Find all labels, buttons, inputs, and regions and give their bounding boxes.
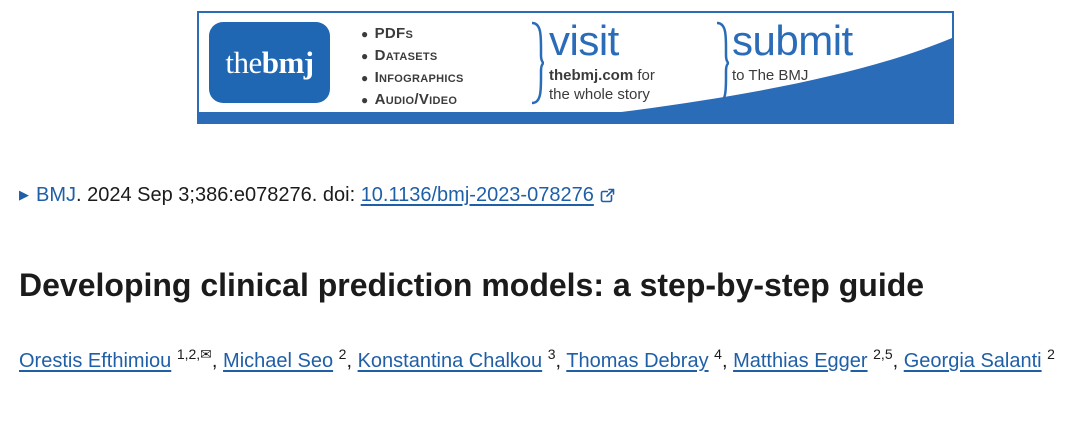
logo-prefix: the — [225, 45, 262, 80]
expand-triangle-icon[interactable]: ▶ — [19, 187, 29, 202]
bracket-icon — [531, 21, 545, 105]
visit-block[interactable]: visit thebmj.com for the whole story — [549, 19, 655, 104]
author-link[interactable]: Georgia Salanti — [904, 350, 1042, 372]
bullet-icon: ● — [361, 49, 369, 63]
external-link-icon[interactable] — [600, 188, 615, 203]
journal-link[interactable]: BMJ — [36, 184, 76, 206]
submit-tagline: to The BMJ — [732, 67, 809, 84]
doi-link[interactable]: 10.1136/bmj-2023-078276 — [361, 184, 594, 206]
format-item: ● PDFs — [361, 25, 414, 42]
bullet-icon: ● — [361, 71, 369, 85]
banner-bottom-strip — [199, 112, 952, 122]
author-link[interactable]: Matthias Egger — [733, 350, 868, 372]
bmj-logo[interactable]: thebmj — [209, 22, 330, 103]
logo-bold: bmj — [261, 45, 314, 80]
visit-site: thebmj.com — [549, 67, 634, 84]
visit-for: for — [633, 67, 655, 84]
citation-details: . 2024 Sep 3;386:e078276. doi: — [76, 184, 361, 206]
author-affiliation[interactable]: 4 — [714, 346, 722, 362]
author-link[interactable]: Michael Seo — [223, 350, 333, 372]
format-item: ● Audio/Video — [361, 91, 458, 108]
submit-word: submit — [732, 17, 853, 64]
bullet-icon: ● — [361, 27, 369, 41]
bracket-icon — [716, 21, 730, 105]
author-link[interactable]: Konstantina Chalkou — [358, 350, 543, 372]
citation-line: ▶ BMJ. 2024 Sep 3;386:e078276. doi: 10.11… — [19, 182, 615, 208]
bmj-ad-banner[interactable]: thebmj ● PDFs ● Datasets ● Infographics ● Au… — [197, 11, 954, 124]
author-affiliation[interactable]: 2,5 — [873, 346, 892, 362]
format-list: ● PDFs ● Datasets ● Infographics ● Audio/Vid… — [361, 23, 464, 111]
author-affiliation[interactable]: 1,2,✉ — [177, 346, 212, 362]
article-title: Developing clinical prediction models: a… — [19, 267, 925, 303]
author-affiliation[interactable]: 2 — [1047, 346, 1055, 362]
visit-site-line: thebmj.com for — [549, 66, 655, 85]
bullet-icon: ● — [361, 93, 369, 107]
author-affiliation[interactable]: 3 — [548, 346, 556, 362]
author-list: Orestis Efthimiou 1,2,✉, Michael Seo 2, … — [19, 346, 1055, 372]
format-item: ● Infographics — [361, 69, 464, 86]
visit-word: visit — [549, 17, 619, 64]
visit-tagline: the whole story — [549, 86, 650, 103]
author-link[interactable]: Thomas Debray — [566, 350, 708, 372]
submit-block[interactable]: submit to The BMJ — [732, 19, 853, 85]
author-link[interactable]: Orestis Efthimiou — [19, 350, 171, 372]
format-item: ● Datasets — [361, 47, 438, 64]
